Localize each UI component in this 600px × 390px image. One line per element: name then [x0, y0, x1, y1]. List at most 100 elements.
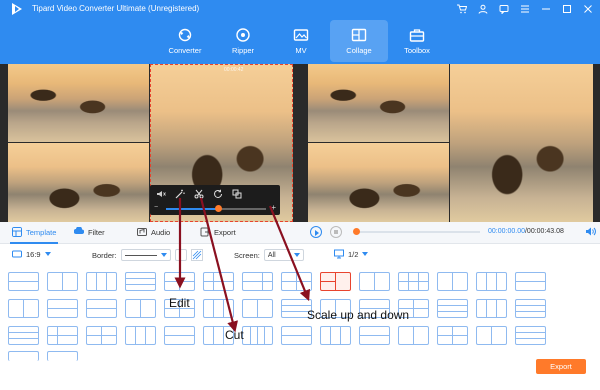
border-pattern-icon[interactable] — [190, 249, 203, 261]
tab-mv[interactable]: MV — [272, 20, 330, 62]
playback-knob[interactable] — [353, 228, 360, 235]
template-item[interactable] — [164, 272, 195, 291]
preview-area: 00:00:42 − + — [0, 64, 600, 222]
template-item[interactable] — [359, 272, 390, 291]
preview-cell-1 — [308, 64, 449, 142]
tab-collage[interactable]: Collage — [330, 20, 388, 62]
template-item[interactable] — [8, 272, 39, 291]
app-title: Tipard Video Converter Ultimate (Unregis… — [32, 4, 200, 13]
play-button[interactable] — [310, 226, 322, 238]
title-bar: Tipard Video Converter Ultimate (Unregis… — [0, 0, 600, 18]
border-color-swatch[interactable] — [174, 249, 187, 261]
tab-converter[interactable]: Converter — [156, 20, 214, 62]
template-item[interactable] — [242, 272, 273, 291]
template-item[interactable] — [515, 326, 546, 345]
template-item[interactable] — [320, 326, 351, 345]
template-item[interactable] — [86, 299, 117, 318]
template-item[interactable] — [398, 326, 429, 345]
template-item[interactable] — [281, 272, 312, 291]
template-item[interactable] — [437, 299, 468, 318]
aspect-ratio-select[interactable]: 16:9 — [12, 249, 51, 259]
aspect-ratio-icon — [12, 250, 22, 258]
template-item[interactable] — [125, 299, 156, 318]
template-item[interactable] — [47, 351, 78, 361]
volume-plus-icon[interactable]: + — [271, 203, 276, 212]
collage-cell-1[interactable] — [8, 64, 149, 142]
cell-volume-row: − + — [154, 203, 276, 212]
template-item[interactable] — [203, 272, 234, 291]
tab-filter[interactable]: Filter — [74, 227, 105, 237]
template-item[interactable] — [515, 299, 546, 318]
volume-minus-icon[interactable]: − — [154, 204, 158, 211]
tab-collage-label: Collage — [346, 46, 372, 55]
replace-icon[interactable] — [232, 189, 242, 199]
cell-volume-slider[interactable] — [166, 205, 266, 212]
export-icon — [200, 227, 210, 237]
annotation-scale: Scale up and down — [307, 308, 410, 322]
tab-template[interactable]: Template — [9, 227, 59, 244]
toolbox-icon — [409, 29, 425, 42]
template-item-selected[interactable] — [320, 272, 351, 291]
border-style-select[interactable] — [120, 249, 171, 261]
edit-wand-icon[interactable] — [175, 189, 185, 199]
tab-ripper[interactable]: Ripper — [214, 20, 272, 62]
template-item[interactable] — [47, 272, 78, 291]
template-item[interactable] — [476, 272, 507, 291]
template-item[interactable] — [437, 326, 468, 345]
template-item[interactable] — [125, 326, 156, 345]
filter-icon — [74, 227, 84, 234]
template-settings-row: 16:9 Border: Screen: All 1/2 — [0, 246, 600, 266]
menu-icon[interactable] — [519, 3, 531, 15]
screen-select[interactable]: All — [263, 249, 304, 261]
window-controls — [456, 3, 594, 15]
header-bar: Tipard Video Converter Ultimate (Unregis… — [0, 0, 600, 64]
collage-output-preview — [308, 64, 593, 222]
template-item[interactable] — [47, 299, 78, 318]
template-item[interactable] — [47, 326, 78, 345]
chat-icon[interactable] — [498, 3, 510, 15]
template-item[interactable] — [476, 299, 507, 318]
app-logo-icon — [12, 3, 22, 15]
template-item[interactable] — [125, 272, 156, 291]
template-item[interactable] — [398, 272, 429, 291]
template-item[interactable] — [515, 272, 546, 291]
template-item[interactable] — [86, 326, 117, 345]
volume-knob[interactable] — [215, 205, 222, 212]
export-button[interactable]: Export — [536, 359, 586, 374]
template-item[interactable] — [476, 326, 507, 345]
template-item[interactable] — [281, 326, 312, 345]
template-item[interactable] — [437, 272, 468, 291]
tab-export[interactable]: Export — [200, 227, 236, 237]
tab-ripper-label: Ripper — [231, 46, 255, 55]
screen-select-value: All — [267, 251, 276, 259]
template-item[interactable] — [8, 299, 39, 318]
rotate-icon[interactable] — [213, 189, 223, 199]
tab-audio[interactable]: Audio — [137, 227, 170, 237]
template-item[interactable] — [242, 299, 273, 318]
tab-toolbox-label: Toolbox — [404, 46, 430, 55]
template-item[interactable] — [359, 326, 390, 345]
user-icon[interactable] — [477, 3, 489, 15]
preview-cell-2 — [308, 143, 449, 222]
playback-progress[interactable] — [355, 231, 480, 233]
close-icon[interactable] — [582, 3, 594, 15]
page-select[interactable]: 1/2 — [334, 249, 369, 259]
maximize-icon[interactable] — [561, 3, 573, 15]
page-value: 1/2 — [348, 249, 359, 259]
collage-icon — [351, 28, 367, 42]
speaker-icon[interactable] — [585, 226, 596, 240]
template-item[interactable] — [164, 326, 195, 345]
template-item[interactable] — [8, 351, 39, 361]
mute-icon[interactable] — [156, 189, 166, 199]
cart-icon[interactable] — [456, 3, 468, 15]
template-item[interactable] — [203, 299, 234, 318]
total-time: /00:00:43.08 — [524, 228, 564, 235]
template-item[interactable] — [8, 326, 39, 345]
tab-toolbox[interactable]: Toolbox — [388, 20, 446, 62]
cut-scissors-icon[interactable] — [194, 189, 204, 199]
minimize-icon[interactable] — [540, 3, 552, 15]
template-item[interactable] — [242, 326, 273, 345]
stop-button[interactable] — [330, 226, 342, 238]
template-item[interactable] — [86, 272, 117, 291]
collage-cell-2[interactable] — [8, 143, 149, 222]
